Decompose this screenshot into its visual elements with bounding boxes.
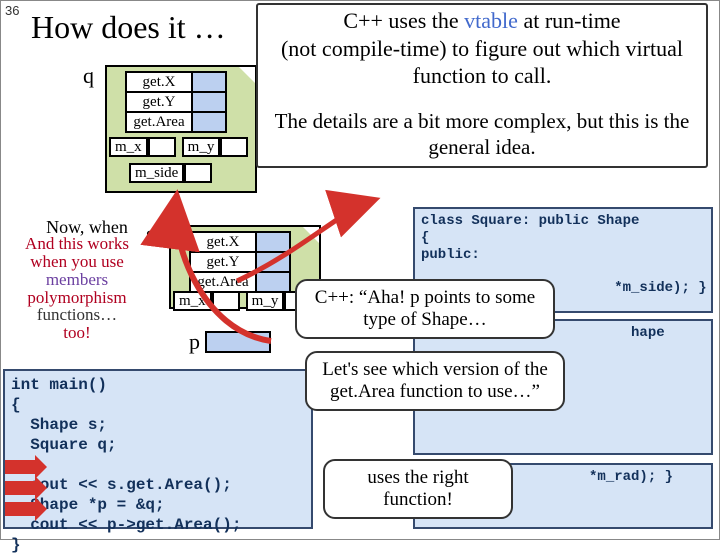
explanation-callout: C++ uses the vtable at run-time (not com… <box>256 3 708 168</box>
callout-line3: The details are a bit more complex, but … <box>264 108 700 161</box>
highlight-arrow-icon <box>5 460 35 474</box>
callout-line1: C++ uses the vtable at run-time <box>264 7 700 35</box>
highlight-arrow-icon <box>5 502 35 516</box>
callout-right-function: uses the right function! <box>323 459 513 519</box>
callout-line2: (not compile-time) to figure out which v… <box>264 35 700 90</box>
narrative-stack: And this works when you use members poly… <box>3 235 151 342</box>
callout-which-version: Let's see which version of the get.Area … <box>305 351 565 411</box>
members-q-row2: m_side <box>129 163 212 183</box>
slide-number: 36 <box>5 3 19 18</box>
object-q-label: q <box>83 63 94 89</box>
highlight-arrow-icon <box>5 481 35 495</box>
code-main: int main() { Shape s; Square q; cout << … <box>3 369 313 529</box>
members-q-row1: m_x m_y <box>109 137 248 157</box>
callout-aha: C++: “Aha! p points to some type of Shap… <box>295 279 555 339</box>
pointer-p-box <box>205 331 271 353</box>
object-q-box: get.X get.Y get.Area m_x m_y m_side <box>105 65 257 193</box>
vtable-q: get.X get.Y get.Area <box>125 71 227 133</box>
members-s-row1: m_x m_y <box>173 291 312 311</box>
pointer-p-label: p <box>189 329 200 355</box>
vtable-s: get.X get.Y get.Area <box>189 231 291 293</box>
slide-title: How does it … <box>31 9 226 46</box>
